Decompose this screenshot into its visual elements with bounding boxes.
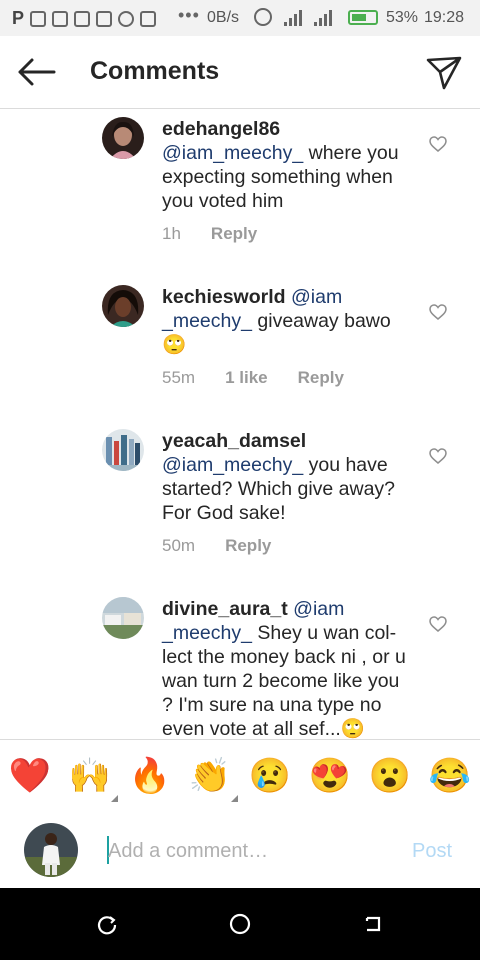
comment-meta: 50m Reply: [162, 536, 271, 556]
current-user-avatar: [24, 823, 78, 877]
comment-text: divine_aura_t @iam _meechy_ Shey u wan c…: [162, 597, 414, 739]
battery-percent: 53%: [386, 9, 419, 26]
heart-icon[interactable]: [428, 135, 448, 153]
comment-username[interactable]: divine_aura_t: [162, 598, 288, 620]
reply-button[interactable]: Reply: [211, 224, 257, 244]
instagram-notification-icon: [96, 10, 113, 27]
heart-icon[interactable]: [428, 447, 448, 465]
crying-face-emoji-button[interactable]: 😢: [248, 754, 292, 798]
reply-button[interactable]: Reply: [225, 536, 271, 556]
comment-composer: Post: [0, 812, 480, 888]
reply-button[interactable]: Reply: [298, 368, 344, 388]
surprised-face-emoji-button[interactable]: 😮: [368, 754, 412, 798]
comment-username[interactable]: yeacah_damsel: [162, 430, 306, 452]
avatar[interactable]: [102, 117, 144, 159]
alarm-icon: [254, 8, 272, 26]
clapping-hands-emoji-button[interactable]: 👏: [188, 754, 238, 802]
image-notification-icon: [140, 10, 157, 27]
network-speed: 0B/s: [207, 9, 240, 26]
clapping-hands-emoji: 👏: [188, 757, 232, 795]
page-title: Comments: [90, 57, 220, 85]
heart-icon[interactable]: [428, 303, 448, 321]
home-icon[interactable]: [228, 912, 252, 936]
shield-notification-icon: [30, 10, 47, 27]
back-nav-icon[interactable]: [361, 912, 385, 936]
comment-text: yeacah_damsel @iam_meechy_ you have star…: [162, 429, 412, 525]
notification-icons: P: [12, 8, 157, 29]
comment-username[interactable]: edehangel86: [162, 118, 280, 140]
comment-meta: 1h Reply: [162, 224, 257, 244]
comment-username[interactable]: kechiesworld: [162, 286, 286, 308]
status-bar: P ••• 0B/s 53% 19:28: [0, 0, 480, 36]
signal-sim1-icon: [284, 10, 302, 26]
comment-input[interactable]: [108, 838, 398, 864]
fire-emoji-button[interactable]: 🔥: [128, 754, 172, 798]
comment-meta: 55m 1 like Reply: [162, 368, 344, 388]
red-heart-emoji-button[interactable]: ❤️: [8, 754, 52, 798]
comment-time: 50m: [162, 536, 196, 555]
clock: 19:28: [424, 9, 465, 26]
raising-hands-emoji-button[interactable]: 🙌: [68, 754, 118, 802]
more-notifications-icon: •••: [178, 5, 200, 25]
system-navigation-bar: [0, 888, 480, 960]
chrome-notification-icon: [118, 10, 135, 27]
pinterest-notification-icon: P: [12, 8, 25, 28]
heart-icon[interactable]: [428, 615, 448, 633]
mail-notification-icon: [74, 10, 91, 27]
comments-list[interactable]: edehangel86 @iam_meechy_ where you expec…: [0, 109, 480, 739]
signal-sim2-icon: [314, 10, 332, 26]
comment-time: 1h: [162, 224, 181, 243]
comment-text: kechiesworld @iam _meechy_ giveaway bawo…: [162, 285, 412, 357]
arrow-left-icon[interactable]: [14, 56, 58, 88]
laughing-face-emoji-button[interactable]: 😂: [428, 754, 472, 798]
avatar[interactable]: [102, 429, 144, 471]
comment-mention[interactable]: @iam_meechy_: [162, 142, 303, 164]
comment-time: 55m: [162, 368, 196, 387]
post-button[interactable]: Post: [412, 840, 452, 863]
likes-count[interactable]: 1 like: [225, 368, 268, 388]
heart-eyes-emoji-button[interactable]: 😍: [308, 754, 352, 798]
skin-tone-indicator-icon: [231, 795, 238, 802]
recent-apps-icon[interactable]: [95, 912, 119, 936]
avatar[interactable]: [102, 597, 144, 639]
app-header: Comments: [0, 36, 480, 109]
cloud-notification-icon: [52, 10, 69, 27]
emoji-quick-bar: ❤️ 🙌 🔥 👏 😢 😍 😮 😂: [0, 739, 480, 813]
avatar[interactable]: [102, 285, 144, 327]
comment-mention[interactable]: @iam_meechy_: [162, 454, 303, 476]
comment-text: edehangel86 @iam_meechy_ where you expec…: [162, 117, 412, 213]
raising-hands-emoji: 🙌: [68, 757, 112, 795]
paper-plane-icon[interactable]: [424, 52, 464, 92]
battery-icon: [348, 10, 378, 25]
skin-tone-indicator-icon: [111, 795, 118, 802]
